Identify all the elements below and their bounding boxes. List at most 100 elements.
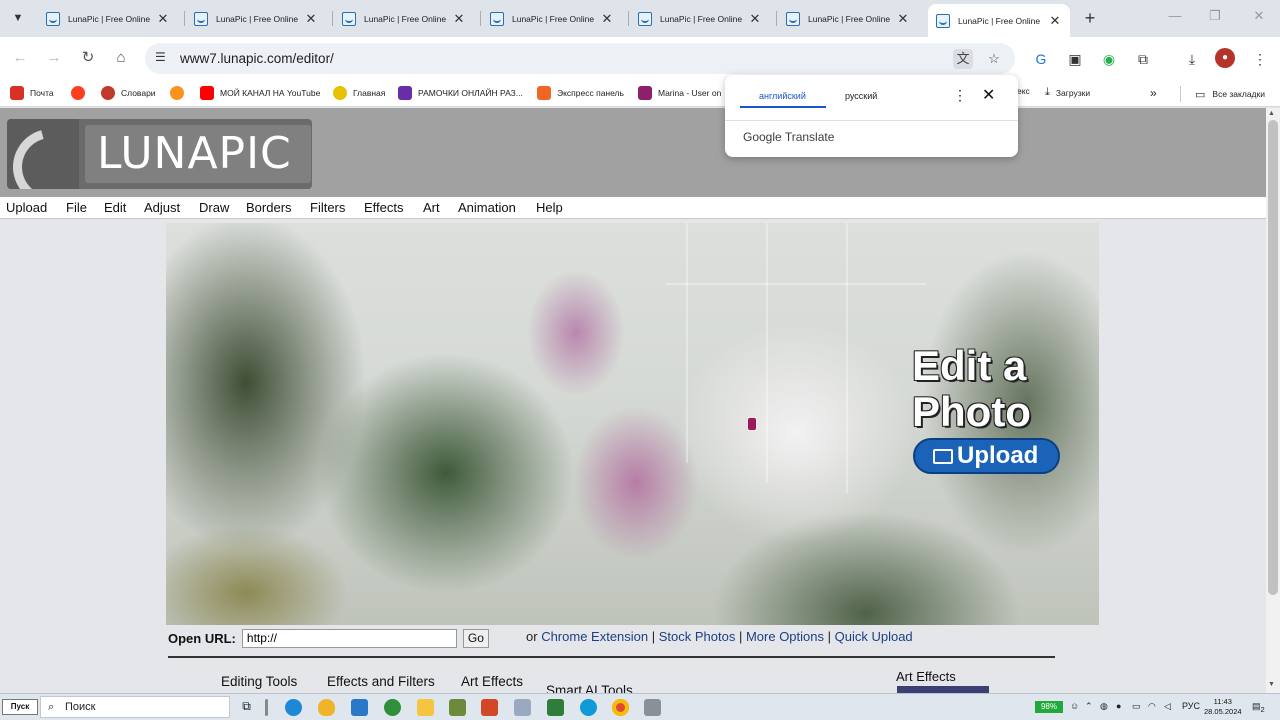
app-icon[interactable]: [547, 699, 564, 716]
image-extension-icon[interactable]: ▣: [1064, 48, 1086, 70]
bookmark-item[interactable]: [170, 86, 190, 100]
task-view-icon[interactable]: ⧉: [238, 699, 255, 716]
close-icon[interactable]: ✕: [156, 11, 170, 27]
target-language-tab[interactable]: русский: [845, 91, 877, 101]
browser-tab[interactable]: LunaPic | Free Online ✕: [332, 6, 474, 31]
tab-search-button[interactable]: ▼: [6, 7, 30, 29]
scroll-down-icon[interactable]: ▼: [1268, 681, 1275, 688]
close-icon[interactable]: ✕: [600, 11, 614, 27]
bookmark-item[interactable]: ⤓ Загрузки: [1045, 86, 1090, 99]
powerpoint-icon[interactable]: [481, 699, 498, 716]
back-button[interactable]: ←: [8, 46, 32, 70]
bookmark-item[interactable]: Почта: [10, 86, 54, 100]
reload-button[interactable]: ↻: [76, 46, 100, 70]
menu-adjust[interactable]: Adjust: [144, 200, 180, 215]
scroll-up-icon[interactable]: ▲: [1268, 110, 1275, 117]
address-bar[interactable]: ☰ www7.lunapic.com/editor/ 文 ☆: [145, 43, 1015, 74]
grammarly-icon[interactable]: ◉: [1098, 48, 1120, 70]
menu-kebab-icon[interactable]: ⋮: [1249, 48, 1271, 70]
close-icon[interactable]: ✕: [1048, 13, 1062, 29]
menu-borders[interactable]: Borders: [246, 200, 292, 215]
quick-upload-link[interactable]: Quick Upload: [835, 629, 913, 644]
home-button[interactable]: ⌂: [109, 46, 133, 70]
tab-effects-filters[interactable]: Effects and Filters: [327, 674, 435, 689]
whatsapp-icon[interactable]: [384, 699, 401, 716]
more-options-link[interactable]: More Options: [746, 629, 824, 644]
browser-tab[interactable]: LunaPic | Free Online ✕: [776, 6, 918, 31]
go-button[interactable]: Go: [462, 628, 489, 648]
download-icon[interactable]: ⤓: [1181, 48, 1203, 70]
bookmark-star-icon[interactable]: ☆: [984, 49, 1004, 69]
menu-animation[interactable]: Animation: [458, 200, 516, 215]
notification-icon[interactable]: ▤2: [1252, 701, 1265, 714]
microphone-icon[interactable]: ●: [1116, 701, 1121, 711]
more-options-icon[interactable]: ⋮: [953, 87, 967, 104]
chevron-up-icon[interactable]: ⌃: [1085, 701, 1093, 712]
edge-icon[interactable]: [285, 699, 302, 716]
extensions-icon[interactable]: ⧉: [1132, 48, 1154, 70]
minimize-button[interactable]: —: [1160, 8, 1190, 23]
skype-icon[interactable]: [580, 699, 597, 716]
menu-file[interactable]: File: [66, 200, 87, 215]
url-text[interactable]: www7.lunapic.com/editor/: [180, 51, 334, 66]
bookmark-item[interactable]: Словари: [101, 86, 156, 100]
scrollbar-thumb[interactable]: [1268, 120, 1278, 595]
close-icon[interactable]: ✕: [748, 11, 762, 27]
app-icon[interactable]: [514, 699, 531, 716]
app-icon[interactable]: [449, 699, 466, 716]
maximize-button[interactable]: ❐: [1200, 8, 1230, 24]
close-icon[interactable]: ✕: [896, 11, 910, 27]
chrome-icon[interactable]: [612, 699, 629, 716]
close-window-button[interactable]: ✕: [1244, 8, 1274, 24]
browser-tab-active[interactable]: LunaPic | Free Online ✕: [928, 4, 1070, 37]
hero-upload-button[interactable]: Upload: [913, 438, 1060, 474]
browser-tab[interactable]: LunaPic | Free Online ✕: [480, 6, 622, 31]
user-icon[interactable]: ☺: [1070, 701, 1079, 711]
page-scrollbar[interactable]: ▲ ▼: [1266, 108, 1280, 693]
start-button[interactable]: Пуск: [2, 699, 38, 715]
close-icon[interactable]: ✕: [982, 85, 995, 105]
vpn-icon[interactable]: ◍: [1100, 701, 1108, 712]
tab-editing-tools[interactable]: Editing Tools: [221, 674, 297, 689]
more-bookmarks-button[interactable]: »: [1150, 86, 1157, 100]
browser-tab[interactable]: LunaPic | Free Online ✕: [184, 6, 326, 31]
translate-icon[interactable]: 文: [953, 49, 973, 69]
all-bookmarks-button[interactable]: ▭ Все закладки: [1180, 86, 1265, 102]
google-translate-extension-icon[interactable]: G: [1030, 48, 1052, 70]
menu-draw[interactable]: Draw: [199, 200, 229, 215]
clock[interactable]: 11:43 28.05.2024: [1204, 697, 1242, 717]
browser-tab[interactable]: LunaPic | Free Online ✕: [628, 6, 770, 31]
menu-edit[interactable]: Edit: [104, 200, 126, 215]
bookmark-item[interactable]: Экспресс панель: [537, 86, 624, 100]
network-icon[interactable]: ◠: [1148, 701, 1156, 712]
new-tab-button[interactable]: +: [1080, 8, 1100, 28]
forward-button[interactable]: →: [42, 46, 66, 70]
lunapic-logo[interactable]: LUNAPIC: [7, 119, 312, 189]
chrome-extension-link[interactable]: Chrome Extension: [541, 629, 648, 644]
tab-smart-ai-tools[interactable]: Smart AI Tools: [546, 683, 633, 693]
bookmark-item[interactable]: Главная: [333, 86, 385, 100]
source-language-tab[interactable]: английский: [759, 91, 806, 101]
bookmark-item[interactable]: екс: [1017, 86, 1030, 96]
bookmark-item[interactable]: РАМОЧКИ ОНЛАЙН РАЗ...: [398, 86, 523, 100]
hero-photo[interactable]: Edit a Photo Upload: [166, 223, 1099, 625]
menu-upload[interactable]: Upload: [6, 200, 47, 215]
stock-photos-link[interactable]: Stock Photos: [659, 629, 736, 644]
language-indicator[interactable]: РУС: [1182, 701, 1200, 711]
menu-art[interactable]: Art: [423, 200, 440, 215]
speaker-icon[interactable]: ◁: [1164, 701, 1171, 712]
app-icon[interactable]: [644, 699, 661, 716]
battery-indicator[interactable]: 98%: [1035, 701, 1063, 713]
app-icon[interactable]: [318, 699, 335, 716]
open-url-input[interactable]: [241, 628, 457, 648]
profile-avatar-icon[interactable]: ●: [1215, 48, 1235, 68]
bookmark-item[interactable]: Marina - User on: [638, 86, 721, 100]
bookmark-item[interactable]: МОЙ КАНАЛ НА YouTube: [200, 86, 320, 100]
file-explorer-icon[interactable]: [417, 699, 434, 716]
art-effect-thumbnail[interactable]: [897, 686, 989, 693]
taskbar-search[interactable]: ⌕ Поиск: [40, 696, 230, 718]
menu-filters[interactable]: Filters: [310, 200, 345, 215]
bookmark-item[interactable]: [71, 86, 91, 100]
menu-effects[interactable]: Effects: [364, 200, 404, 215]
close-icon[interactable]: ✕: [452, 11, 466, 27]
